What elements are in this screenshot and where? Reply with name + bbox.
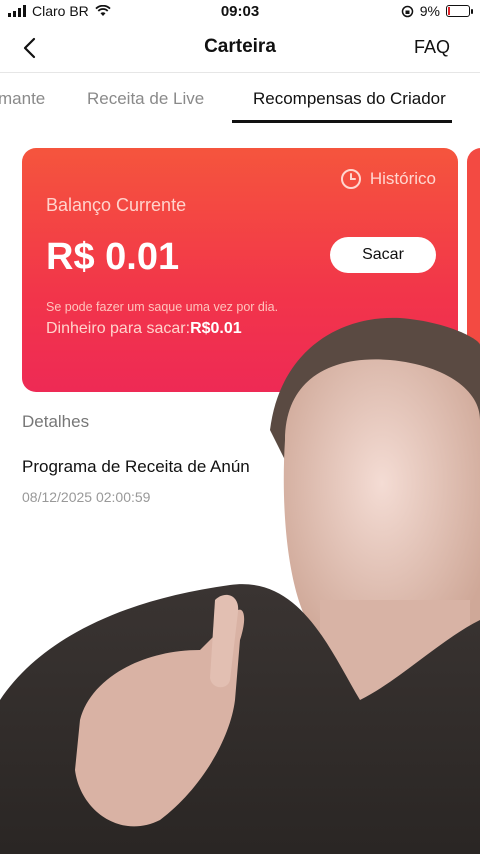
status-bar: Claro BR 09:03 9%	[0, 0, 480, 24]
person-neck	[320, 600, 470, 700]
next-card-peek	[467, 148, 480, 392]
withdrawable-row: Dinheiro para sacar:R$0.01	[46, 320, 242, 338]
balance-card: Histórico Balanço Currente R$ 0.01 Sacar…	[22, 148, 458, 392]
tab-active-indicator	[232, 120, 452, 123]
person-shirt	[0, 584, 480, 854]
balance-label: Balanço Currente	[46, 195, 187, 215]
battery-fill	[448, 7, 450, 15]
details-heading: Detalhes	[22, 412, 90, 431]
tab-bar: mante Receita de Live Recompensas do Cri…	[0, 73, 480, 125]
list-item-date: 08/12/2025 02:00:59	[22, 489, 151, 505]
person-face	[283, 359, 480, 670]
list-item-title[interactable]: Programa de Receita de Anún	[22, 457, 250, 477]
withdrawable-label: Dinheiro para sacar:	[46, 320, 191, 337]
nav-header: Carteira FAQ	[0, 24, 480, 73]
tab-live-revenue[interactable]: Receita de Live	[87, 89, 204, 109]
clock-icon	[340, 169, 361, 189]
page-title: Carteira	[204, 36, 276, 57]
battery-icon	[446, 5, 473, 17]
tab-partial[interactable]: mante	[0, 89, 45, 109]
orientation-lock-icon	[401, 5, 414, 17]
status-right: 9%	[401, 3, 473, 19]
history-label: Histórico	[369, 169, 436, 188]
withdraw-note: Se pode fazer um saque uma vez por dia.	[46, 300, 279, 314]
faq-link[interactable]: FAQ	[414, 37, 450, 58]
balance-amount: R$ 0.01	[46, 236, 180, 278]
withdraw-button[interactable]: Sacar	[330, 237, 436, 273]
tab-creator-rewards[interactable]: Recompensas do Criador	[253, 89, 446, 109]
history-link[interactable]: Histórico	[340, 168, 436, 190]
withdrawable-value: R$0.01	[190, 320, 242, 337]
person-hand	[210, 594, 239, 688]
person-arm	[75, 609, 245, 827]
battery-percent: 9%	[419, 3, 440, 19]
